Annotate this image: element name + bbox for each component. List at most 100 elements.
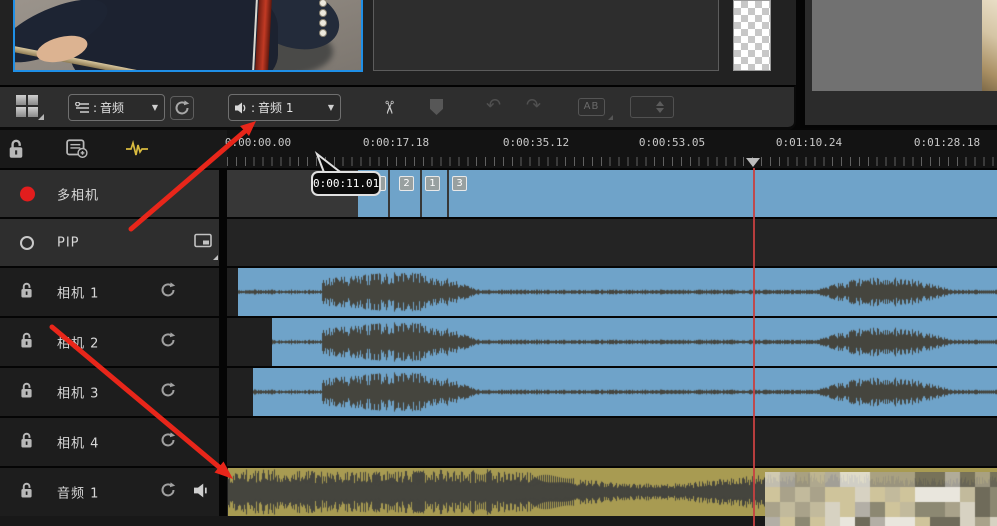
refresh-icon (160, 282, 176, 298)
monitor-video-area (812, 0, 982, 91)
unlocked-padlock-icon (20, 332, 33, 349)
audio-waveform (238, 268, 997, 316)
timecode-tooltip: 0:00:11.01 (311, 171, 381, 196)
ab-flyout-icon (608, 115, 613, 120)
marker-button[interactable] (430, 99, 443, 115)
track-label: 相机 3 (57, 383, 99, 402)
layout-grid-flyout-icon (38, 114, 44, 120)
lock-toggle[interactable] (20, 432, 33, 453)
track-header-camera2[interactable]: 相机 2 (0, 318, 219, 366)
resync-button[interactable] (160, 382, 176, 402)
pixelated-watermark (765, 472, 997, 526)
clip-badge: 1 (425, 176, 440, 191)
multicam-editor: : 音频 ▼ : 音频 1 ▼ ✂ ↶ ↷ AB (0, 0, 997, 526)
audio-sync-waveform-toggle[interactable] (126, 140, 148, 162)
waveform-icon (126, 140, 148, 158)
timeline-ruler[interactable]: 0:00:00.00 0:00:17.18 0:00:35.12 0:00:53… (227, 130, 997, 168)
ab-transition-button[interactable]: AB (578, 98, 605, 116)
ruler-timestamp: 0:00:17.18 (351, 136, 441, 149)
camera1-lane (227, 268, 997, 316)
preview-thumbnail-empty[interactable] (373, 0, 719, 71)
lock-all-button[interactable] (8, 138, 24, 163)
track-header-multicam[interactable]: 多相机 (0, 170, 219, 217)
unlocked-padlock-icon (20, 382, 33, 399)
ruler-ticks (227, 157, 997, 166)
beads-shape (319, 0, 327, 37)
camera3-clip[interactable] (253, 368, 997, 416)
unlocked-padlock-icon (20, 482, 33, 499)
camera1-clip[interactable] (238, 268, 997, 316)
playhead-marker[interactable] (746, 158, 760, 167)
track-header-camera4[interactable]: 相机 4 (0, 418, 219, 466)
refresh-icon (160, 482, 176, 498)
track-label: 相机 4 (57, 433, 99, 452)
redo-button[interactable]: ↷ (526, 95, 541, 116)
resync-button[interactable] (160, 282, 176, 302)
track-header-audio1[interactable]: 音频 1 (0, 468, 219, 516)
track-label: 相机 1 (57, 283, 99, 302)
track-header-camera1[interactable]: 相机 1 (0, 268, 219, 316)
clip-badge: 2 (399, 176, 414, 191)
camera3-lane (227, 368, 997, 416)
chevron-down-icon: ▼ (328, 103, 334, 112)
audio-source-value: 音频 1 (258, 99, 293, 116)
ruler-timestamp: 0:01:28.18 (902, 136, 992, 149)
camera2-lane (227, 318, 997, 366)
add-source-list-button[interactable] (66, 139, 88, 162)
track-type-value: 音频 (100, 99, 124, 116)
mute-toggle[interactable] (194, 483, 209, 502)
unlocked-padlock-icon (8, 138, 24, 159)
record-indicator-icon[interactable] (20, 186, 35, 201)
playhead-line[interactable] (753, 168, 755, 526)
monitor-image-fragment (982, 0, 997, 91)
track-list-icon (75, 102, 90, 114)
multicam-toolbar: : 音频 ▼ : 音频 1 ▼ ✂ ↶ ↷ AB (0, 85, 796, 130)
track-header-camera3[interactable]: 相机 3 (0, 368, 219, 416)
transparency-checkerboard (733, 0, 771, 71)
ruler-timestamp: 0:00:53.05 (627, 136, 717, 149)
colon: : (251, 101, 255, 115)
list-add-icon (66, 139, 88, 158)
lock-toggle[interactable] (20, 482, 33, 503)
pip-layout-button[interactable] (194, 233, 214, 252)
audio-waveform (253, 368, 997, 416)
audio-waveform (272, 318, 997, 366)
track-type-dropdown[interactable]: : 音频 ▼ (68, 94, 165, 121)
preview-strip (0, 0, 796, 85)
refresh-icon (174, 100, 190, 116)
pip-lane (227, 219, 997, 266)
duration-stepper[interactable] (630, 96, 674, 118)
audio-source-dropdown[interactable]: : 音频 1 ▼ (228, 94, 341, 121)
pip-indicator-icon[interactable] (20, 236, 34, 250)
lock-toggle[interactable] (20, 282, 33, 303)
track-label: 音频 1 (57, 483, 99, 502)
camera4-lane (227, 418, 997, 466)
lock-toggle[interactable] (20, 332, 33, 353)
undo-button[interactable]: ↶ (486, 95, 501, 116)
refresh-icon (160, 432, 176, 448)
lock-toggle[interactable] (20, 382, 33, 403)
pip-icon (194, 233, 214, 248)
clip-badge: 3 (452, 176, 467, 191)
refresh-icon (160, 382, 176, 398)
ruler-timestamp: 0:00:35.12 (491, 136, 581, 149)
unlocked-padlock-icon (20, 432, 33, 449)
chevron-down-icon: ▼ (152, 103, 158, 112)
preview-thumbnail-selected[interactable] (13, 0, 363, 72)
multicam-clip[interactable] (449, 170, 997, 217)
sync-button[interactable] (170, 96, 194, 120)
track-label: 多相机 (57, 184, 99, 203)
resync-button[interactable] (160, 482, 176, 502)
resync-button[interactable] (160, 432, 176, 452)
speaker-icon (235, 102, 248, 114)
track-header-pip[interactable]: PIP (0, 219, 219, 266)
camera2-clip[interactable] (272, 318, 997, 366)
unlocked-padlock-icon (20, 282, 33, 299)
colon: : (93, 101, 97, 115)
refresh-icon (160, 332, 176, 348)
resync-button[interactable] (160, 332, 176, 352)
pip-flyout-icon (213, 255, 218, 260)
ruler-timestamp: 0:00:00.00 (213, 136, 303, 149)
erhu-player-photo (15, 0, 361, 70)
split-clip-button[interactable]: ✂ (378, 100, 399, 115)
